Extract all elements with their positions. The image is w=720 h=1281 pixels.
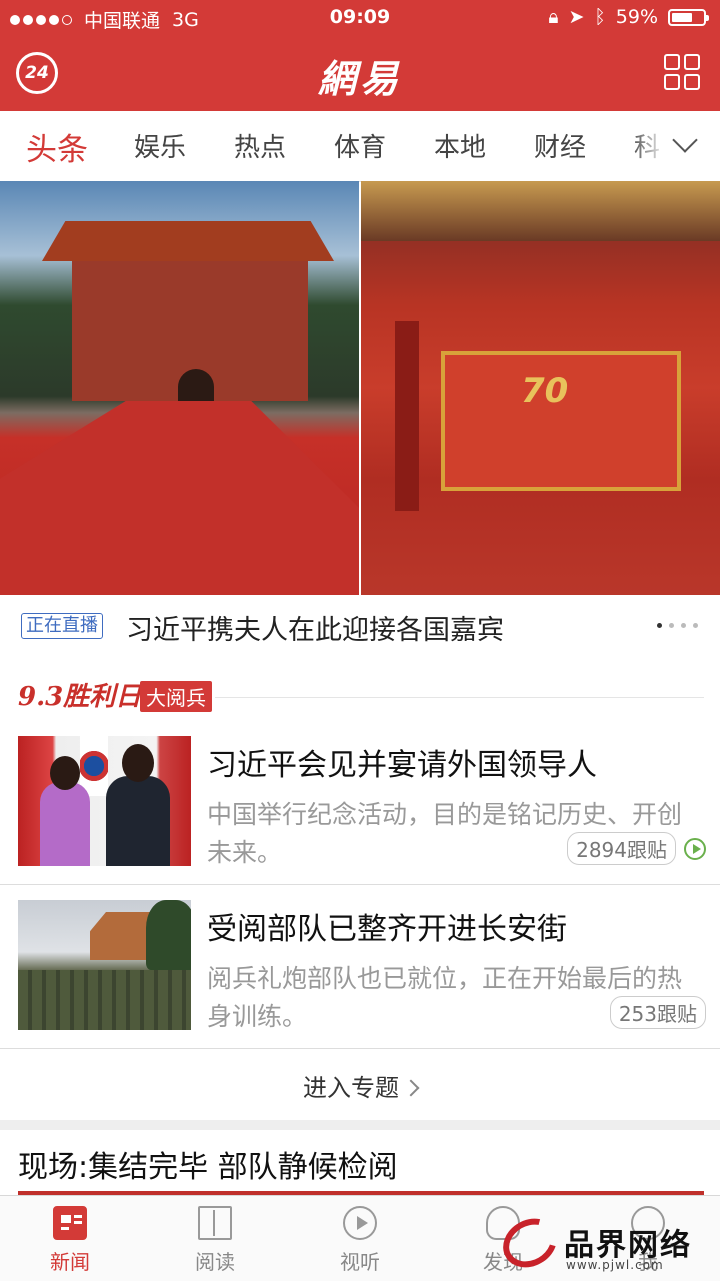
battery-icon bbox=[668, 8, 709, 26]
tab-reading[interactable]: 阅读 bbox=[165, 1206, 265, 1275]
hero-banner[interactable]: 70 bbox=[0, 181, 720, 595]
app-logo: 網易 bbox=[317, 56, 402, 101]
site-watermark: 品界网络 www.pjwl.com bbox=[494, 1209, 712, 1280]
hero-caption-text: 习近平携夫人在此迎接各国嘉宾 bbox=[126, 615, 504, 646]
news-title: 习近平会见并宴请外国领导人 bbox=[207, 748, 597, 783]
news-item[interactable]: 受阅部队已整齐开进长安街 阅兵礼炮部队也已就位，正在开始最后的热身训练。 253… bbox=[0, 884, 720, 1049]
news-thumbnail bbox=[18, 736, 191, 866]
news-thumbnail bbox=[18, 900, 191, 1030]
bluetooth-icon: ᛒ bbox=[594, 6, 606, 28]
tab-audio-video-label: 视听 bbox=[340, 1250, 380, 1274]
tab-headlines[interactable]: 头条 bbox=[26, 124, 88, 169]
grid-menu-icon[interactable] bbox=[664, 54, 700, 90]
hero-photo-right: 70 bbox=[361, 181, 720, 595]
reply-count[interactable]: 2894跟贴 bbox=[567, 832, 676, 865]
special-topic-header[interactable]: 9.3胜利日 大阅兵 bbox=[0, 672, 720, 716]
watermark-logo-icon bbox=[494, 1209, 566, 1277]
tab-local[interactable]: 本地 bbox=[434, 127, 486, 164]
tab-sports[interactable]: 体育 bbox=[334, 127, 386, 164]
tab-audio-video[interactable]: 视听 bbox=[310, 1206, 410, 1275]
news-card-header[interactable]: 现场:集结完毕 部队静候检阅 bbox=[0, 1130, 720, 1195]
title-bar: 24 網易 bbox=[0, 38, 720, 110]
book-icon bbox=[198, 1206, 232, 1240]
news-item[interactable]: 习近平会见并宴请外国领导人 中国举行纪念活动，目的是铭记历史、开创未来。 289… bbox=[0, 720, 720, 885]
tab-reading-label: 阅读 bbox=[195, 1250, 235, 1274]
enter-topic-label: 进入专题 bbox=[303, 1074, 399, 1102]
location-icon: ➤ bbox=[568, 6, 585, 28]
tab-entertainment[interactable]: 娱乐 bbox=[134, 127, 186, 164]
play-icon bbox=[343, 1206, 377, 1240]
hero-caption[interactable]: 正在直播 习近平携夫人在此迎接各国嘉宾 bbox=[0, 596, 720, 658]
reply-count[interactable]: 253跟贴 bbox=[609, 996, 706, 1029]
special-topic-tag: 大阅兵 bbox=[140, 681, 212, 712]
channel-tabs: 头条 娱乐 热点 体育 本地 财经 科 bbox=[0, 111, 720, 182]
battery-percent: 59% bbox=[615, 6, 658, 28]
tab-hot[interactable]: 热点 bbox=[234, 127, 286, 164]
status-bar: 中国联通 3G 09:09 🔒︎ ➤ ᛒ 59% bbox=[0, 0, 720, 36]
anniversary-emblem: 70 bbox=[521, 371, 569, 411]
video-play-icon bbox=[684, 837, 706, 860]
rotation-lock-icon: 🔒︎ bbox=[548, 6, 559, 28]
special-topic-logo: 9.3胜利日 bbox=[18, 682, 142, 712]
watermark-url: www.pjwl.com bbox=[566, 1258, 664, 1272]
tab-finance[interactable]: 财经 bbox=[534, 127, 586, 164]
news-icon bbox=[53, 1206, 87, 1240]
top-bar: 中国联通 3G 09:09 🔒︎ ➤ ᛒ 59% 24 網易 bbox=[0, 0, 720, 111]
enter-topic-link[interactable]: 进入专题 bbox=[0, 1048, 720, 1121]
page-indicator bbox=[657, 623, 698, 628]
tab-news[interactable]: 新闻 bbox=[20, 1206, 120, 1275]
chevron-right-icon bbox=[402, 1079, 420, 1097]
news-card-title: 现场:集结完毕 部队静候检阅 bbox=[18, 1150, 398, 1185]
section-divider bbox=[0, 1120, 720, 1130]
hero-photo-left bbox=[0, 181, 359, 595]
news-title: 受阅部队已整齐开进长安街 bbox=[207, 912, 567, 947]
tab-news-label: 新闻 bbox=[50, 1250, 90, 1274]
live-badge: 正在直播 bbox=[21, 613, 103, 639]
